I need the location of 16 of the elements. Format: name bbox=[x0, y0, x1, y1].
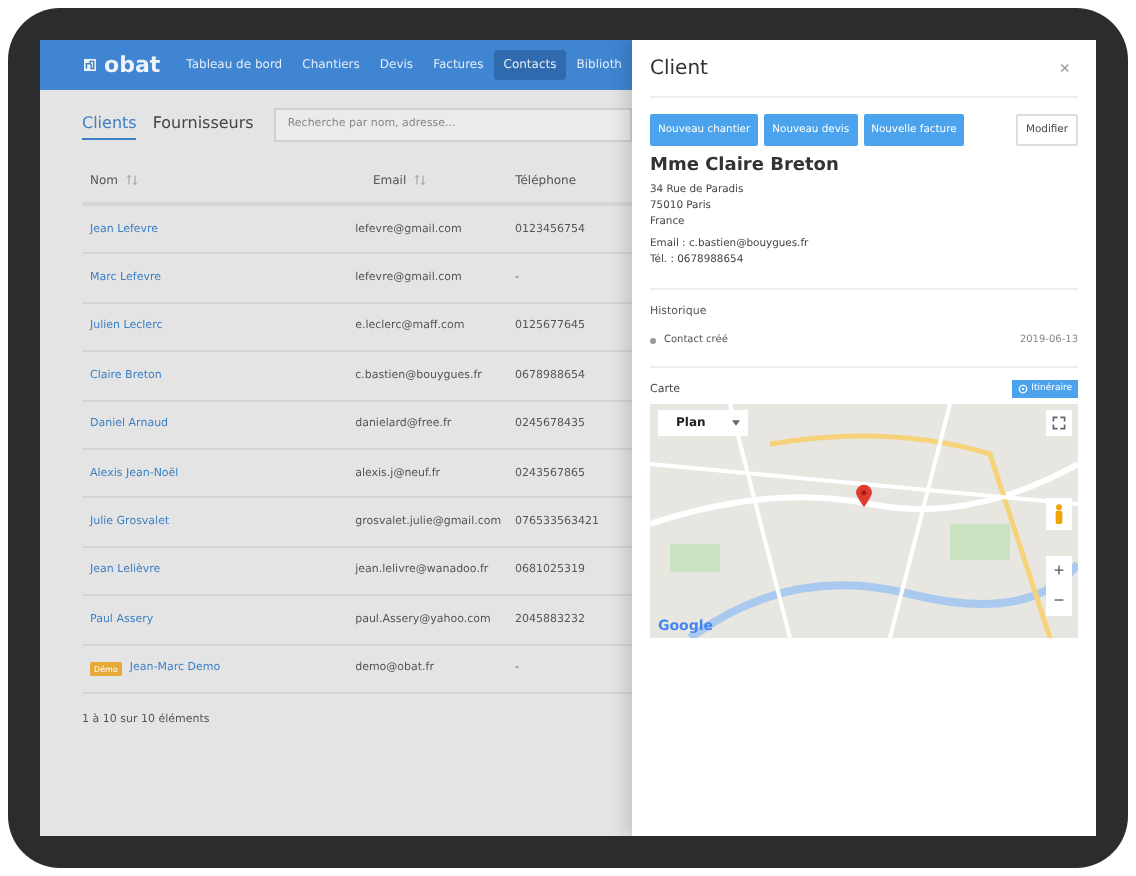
fullscreen-button[interactable] bbox=[1046, 410, 1072, 436]
map-pin-icon bbox=[856, 484, 872, 508]
brand-name: obat bbox=[104, 52, 161, 78]
person-icon[interactable] bbox=[1046, 498, 1072, 530]
tab[interactable]: Fournisseurs bbox=[152, 108, 254, 140]
bullet-icon bbox=[650, 337, 656, 343]
sort-icon[interactable] bbox=[126, 174, 139, 186]
tab[interactable]: Clients bbox=[82, 108, 137, 140]
close-button[interactable]: × bbox=[1051, 58, 1078, 78]
logo-icon bbox=[84, 56, 97, 74]
sort-icon[interactable] bbox=[414, 174, 427, 186]
panel-title: Client bbox=[650, 57, 708, 79]
caret-icon bbox=[732, 420, 740, 426]
target-icon bbox=[1017, 384, 1028, 394]
fullscreen-icon bbox=[1052, 416, 1066, 430]
client-name: Mme Claire Breton bbox=[650, 156, 841, 176]
